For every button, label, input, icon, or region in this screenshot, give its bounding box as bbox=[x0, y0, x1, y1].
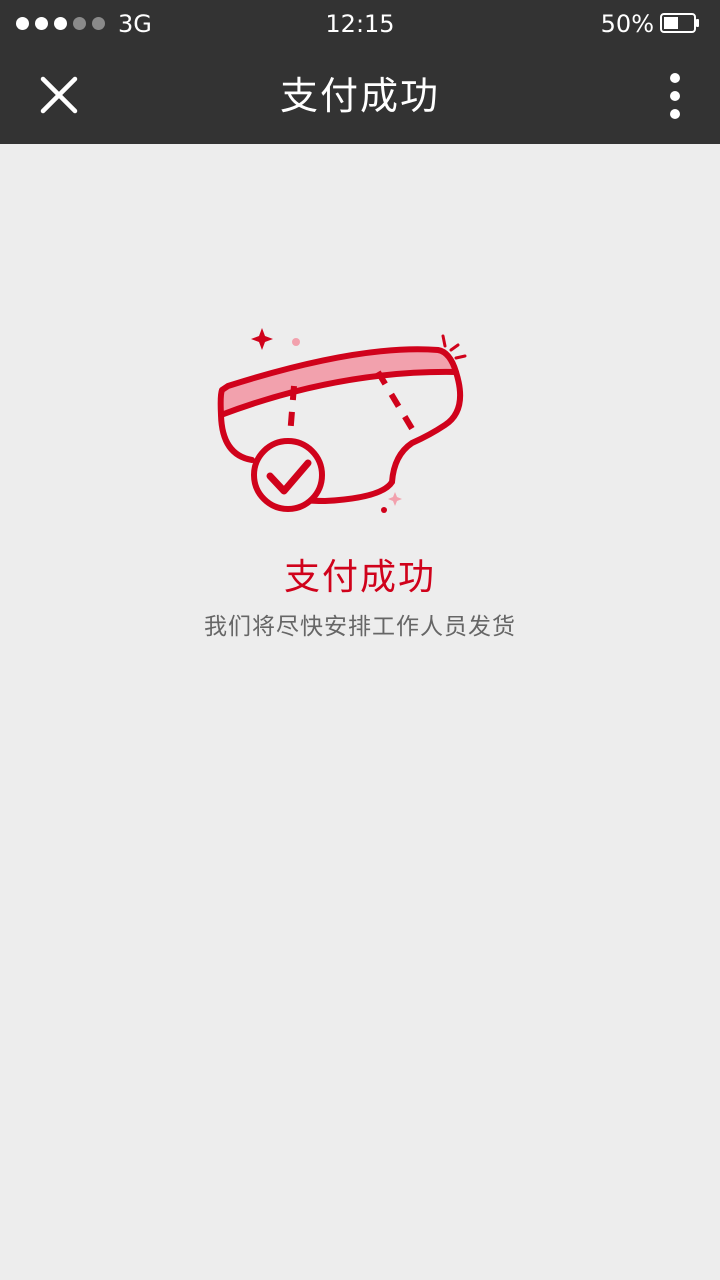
close-icon bbox=[40, 76, 78, 114]
nav-bar: 支付成功 bbox=[0, 48, 720, 144]
page-title: 支付成功 bbox=[279, 74, 440, 118]
status-bar: 3G 12:15 50% bbox=[0, 0, 720, 48]
result-subtitle: 我们将尽快安排工作人员发货 bbox=[204, 614, 516, 640]
battery-level-fill bbox=[664, 17, 678, 29]
more-options-button[interactable] bbox=[650, 68, 700, 124]
battery-percent: 50% bbox=[600, 10, 654, 38]
battery-icon bbox=[660, 13, 699, 33]
result-title: 支付成功 bbox=[283, 557, 436, 598]
diaper-check-icon bbox=[217, 328, 467, 513]
close-button[interactable] bbox=[30, 68, 86, 124]
more-vertical-icon bbox=[670, 73, 680, 119]
